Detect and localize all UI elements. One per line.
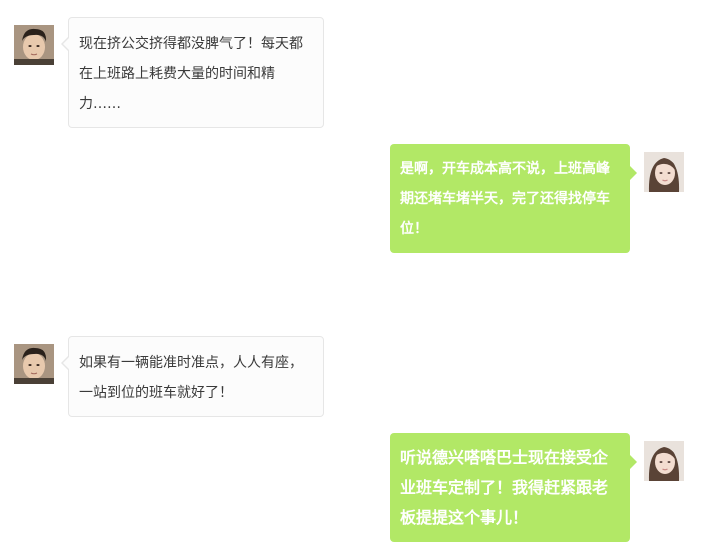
male-avatar[interactable] (14, 344, 54, 384)
female-avatar-image (644, 152, 684, 192)
male-avatar-image (14, 25, 54, 65)
female-avatar[interactable] (644, 441, 684, 481)
female-avatar-image (644, 441, 684, 481)
message-text: 是啊，开车成本高不说，上班高峰期还堵车堵半天，完了还得找停车位！ (400, 161, 610, 237)
outgoing-message-bubble: 是啊，开车成本高不说，上班高峰期还堵车堵半天，完了还得找停车位！ (390, 144, 637, 253)
message-text: 现在挤公交挤得都没脾气了！每天都在上班路上耗费大量的时间和精力…… (79, 36, 303, 112)
female-avatar[interactable] (644, 152, 684, 192)
male-avatar-image (14, 344, 54, 384)
outgoing-message-bubble: 听说德兴嗒嗒巴士现在接受企业班车定制了！我得赶紧跟老板提提这个事儿！ (390, 433, 637, 542)
message-text: 如果有一辆能准时准点，人人有座，一站到位的班车就好了！ (79, 355, 303, 401)
message-text: 听说德兴嗒嗒巴士现在接受企业班车定制了！我得赶紧跟老板提提这个事儿！ (400, 448, 609, 527)
incoming-message-bubble: 现在挤公交挤得都没脾气了！每天都在上班路上耗费大量的时间和精力…… (61, 17, 324, 128)
chat-conversation: 现在挤公交挤得都没脾气了！每天都在上班路上耗费大量的时间和精力…… 是啊，开车成… (0, 0, 721, 552)
incoming-message-bubble: 如果有一辆能准时准点，人人有座，一站到位的班车就好了！ (61, 336, 324, 417)
male-avatar[interactable] (14, 25, 54, 65)
